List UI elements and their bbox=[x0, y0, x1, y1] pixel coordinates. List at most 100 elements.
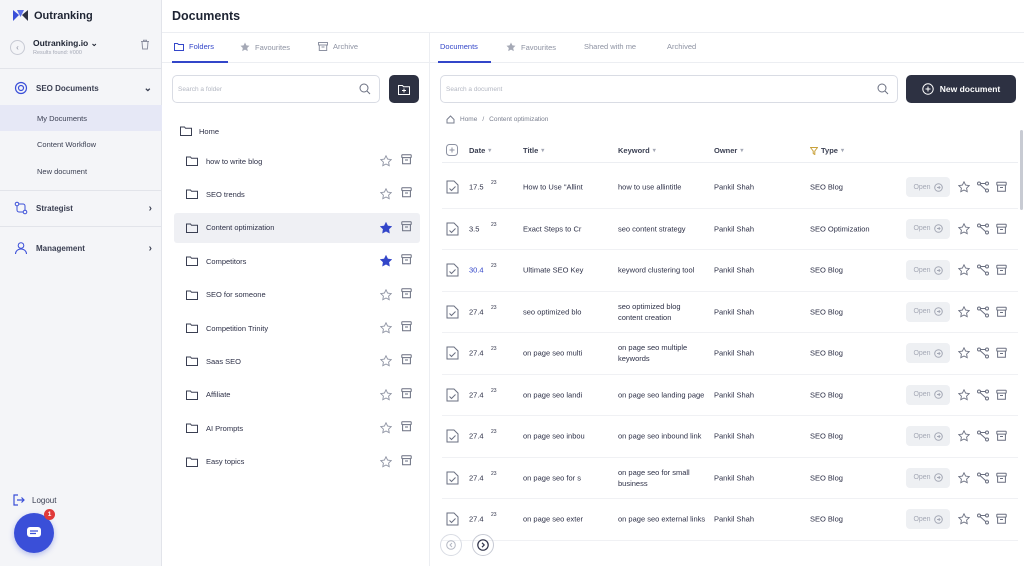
sidebar-item-new-document[interactable]: New document bbox=[0, 158, 162, 184]
archive-icon[interactable] bbox=[401, 321, 412, 332]
document-icon[interactable] bbox=[446, 388, 459, 402]
title-cell[interactable]: on page seo multi bbox=[523, 349, 593, 358]
search-icon[interactable] bbox=[877, 83, 889, 95]
title-cell[interactable]: How to Use "Allint bbox=[523, 183, 593, 192]
archive-icon[interactable] bbox=[996, 306, 1007, 317]
star-icon[interactable] bbox=[958, 471, 970, 484]
folder-item[interactable]: Competitors bbox=[174, 246, 420, 276]
archive-icon[interactable] bbox=[401, 221, 412, 232]
next-page-button[interactable] bbox=[472, 534, 494, 556]
star-icon[interactable] bbox=[380, 221, 392, 234]
share-icon[interactable] bbox=[977, 306, 989, 318]
archive-icon[interactable] bbox=[401, 287, 412, 299]
archive-icon[interactable] bbox=[996, 514, 1007, 525]
tab-shared-with-me[interactable]: Shared with me bbox=[584, 42, 636, 51]
tab-archive[interactable]: Archive bbox=[318, 42, 358, 51]
document-icon[interactable] bbox=[446, 429, 459, 443]
star-icon[interactable] bbox=[380, 322, 392, 334]
column-owner[interactable]: Owner ▾ bbox=[714, 146, 743, 155]
archive-icon[interactable] bbox=[996, 472, 1007, 483]
document-icon[interactable] bbox=[446, 180, 459, 194]
star-icon[interactable] bbox=[958, 388, 970, 401]
document-search-input[interactable]: Search a document bbox=[440, 75, 898, 103]
nav-group-management[interactable]: Management › bbox=[0, 237, 162, 259]
folder-item[interactable]: how to write blog bbox=[174, 146, 420, 176]
star-icon[interactable] bbox=[380, 388, 392, 401]
open-button[interactable]: Open bbox=[906, 384, 950, 405]
column-title[interactable]: Title ▾ bbox=[523, 146, 544, 155]
new-document-button[interactable]: New document bbox=[906, 75, 1016, 103]
open-button[interactable]: Open bbox=[906, 301, 950, 322]
title-cell[interactable]: Ultimate SEO Key bbox=[523, 266, 593, 275]
star-icon[interactable] bbox=[380, 288, 392, 301]
folder-item[interactable]: Easy topics bbox=[174, 447, 420, 477]
share-icon[interactable] bbox=[977, 264, 989, 276]
share-icon[interactable] bbox=[977, 347, 989, 359]
table-row[interactable]: 27.4 23 on page seo multi on page seo multi… bbox=[442, 333, 1018, 375]
archive-icon[interactable] bbox=[996, 265, 1007, 276]
share-icon[interactable] bbox=[977, 223, 989, 235]
select-all-icon[interactable] bbox=[446, 144, 458, 156]
archive-icon[interactable] bbox=[401, 421, 412, 432]
star-icon[interactable] bbox=[380, 188, 392, 200]
table-row[interactable]: 27.4 23 seo optimized blo seo optimized blo… bbox=[442, 292, 1018, 333]
share-icon[interactable] bbox=[977, 389, 989, 401]
sidebar-item-my-documents[interactable]: My Documents bbox=[0, 105, 162, 131]
document-icon[interactable] bbox=[446, 263, 459, 277]
title-cell[interactable]: on page seo for s bbox=[523, 473, 593, 482]
breadcrumb-current[interactable]: Content optimization bbox=[489, 116, 548, 123]
star-icon[interactable] bbox=[380, 455, 392, 468]
archive-icon[interactable] bbox=[401, 187, 412, 198]
collapse-sidebar-icon[interactable]: ‹ bbox=[10, 39, 25, 55]
table-row[interactable]: 3.5 23 Exact Steps to Cr seo content strate… bbox=[442, 209, 1018, 250]
star-icon[interactable] bbox=[958, 264, 970, 276]
folder-item[interactable]: Saas SEO bbox=[174, 346, 420, 376]
folder-item[interactable]: Competition Trinity bbox=[174, 313, 420, 343]
archive-icon[interactable] bbox=[996, 348, 1007, 359]
title-cell[interactable]: on page seo exter bbox=[523, 515, 593, 524]
table-row[interactable]: 27.4 23 on page seo landi on page seo landi… bbox=[442, 375, 1018, 416]
scrollbar[interactable] bbox=[1020, 130, 1023, 210]
open-button[interactable]: Open bbox=[906, 343, 950, 364]
workspace-selector[interactable]: ‹ Outranking.io ⌄ Results found: #000 bbox=[10, 36, 154, 58]
star-icon[interactable] bbox=[958, 181, 970, 193]
star-icon[interactable] bbox=[958, 347, 970, 359]
column-type[interactable]: Type ▾ bbox=[810, 146, 844, 155]
title-cell[interactable]: on page seo landi bbox=[523, 390, 593, 399]
star-icon[interactable] bbox=[380, 355, 392, 367]
archive-icon[interactable] bbox=[401, 388, 412, 399]
search-icon[interactable] bbox=[359, 83, 371, 95]
table-row[interactable]: 27.4 23 on page seo for s on page seo for s… bbox=[442, 458, 1018, 499]
open-button[interactable]: Open bbox=[906, 467, 950, 488]
folder-item[interactable]: Content optimization bbox=[174, 212, 420, 243]
nav-group-strategist[interactable]: Strategist › bbox=[0, 197, 162, 219]
open-button[interactable]: Open bbox=[906, 177, 950, 198]
nav-group-seo-documents[interactable]: SEO Documents ⌄ bbox=[0, 77, 162, 99]
column-keyword[interactable]: Keyword ▾ bbox=[618, 146, 656, 155]
open-button[interactable]: Open bbox=[906, 218, 950, 239]
document-icon[interactable] bbox=[446, 305, 459, 319]
folder-home[interactable]: Home bbox=[180, 126, 219, 136]
star-icon[interactable] bbox=[380, 155, 392, 167]
previous-page-button[interactable] bbox=[440, 534, 462, 556]
archive-icon[interactable] bbox=[401, 354, 412, 365]
star-icon[interactable] bbox=[380, 255, 392, 267]
document-icon[interactable] bbox=[446, 222, 459, 236]
archive-icon[interactable] bbox=[401, 254, 412, 265]
folder-item[interactable]: Affiliate bbox=[174, 380, 420, 410]
archive-icon[interactable] bbox=[996, 182, 1007, 193]
star-icon[interactable] bbox=[380, 422, 392, 434]
open-button[interactable]: Open bbox=[906, 509, 950, 530]
table-row[interactable]: 27.4 23 on page seo inbou on page seo inbou… bbox=[442, 416, 1018, 458]
star-icon[interactable] bbox=[958, 305, 970, 318]
open-button[interactable]: Open bbox=[906, 426, 950, 447]
folder-item[interactable]: SEO for someone bbox=[174, 280, 420, 310]
share-icon[interactable] bbox=[977, 181, 989, 193]
logo[interactable]: Outranking bbox=[13, 9, 93, 22]
document-icon[interactable] bbox=[446, 471, 459, 485]
logout-button[interactable]: Logout bbox=[13, 494, 56, 506]
table-row[interactable]: 30.4 23 Ultimate SEO Key keyword clustering… bbox=[442, 250, 1018, 292]
title-cell[interactable]: Exact Steps to Cr bbox=[523, 224, 593, 233]
folder-search-input[interactable]: Search a folder bbox=[172, 75, 380, 103]
document-icon[interactable] bbox=[446, 512, 459, 526]
